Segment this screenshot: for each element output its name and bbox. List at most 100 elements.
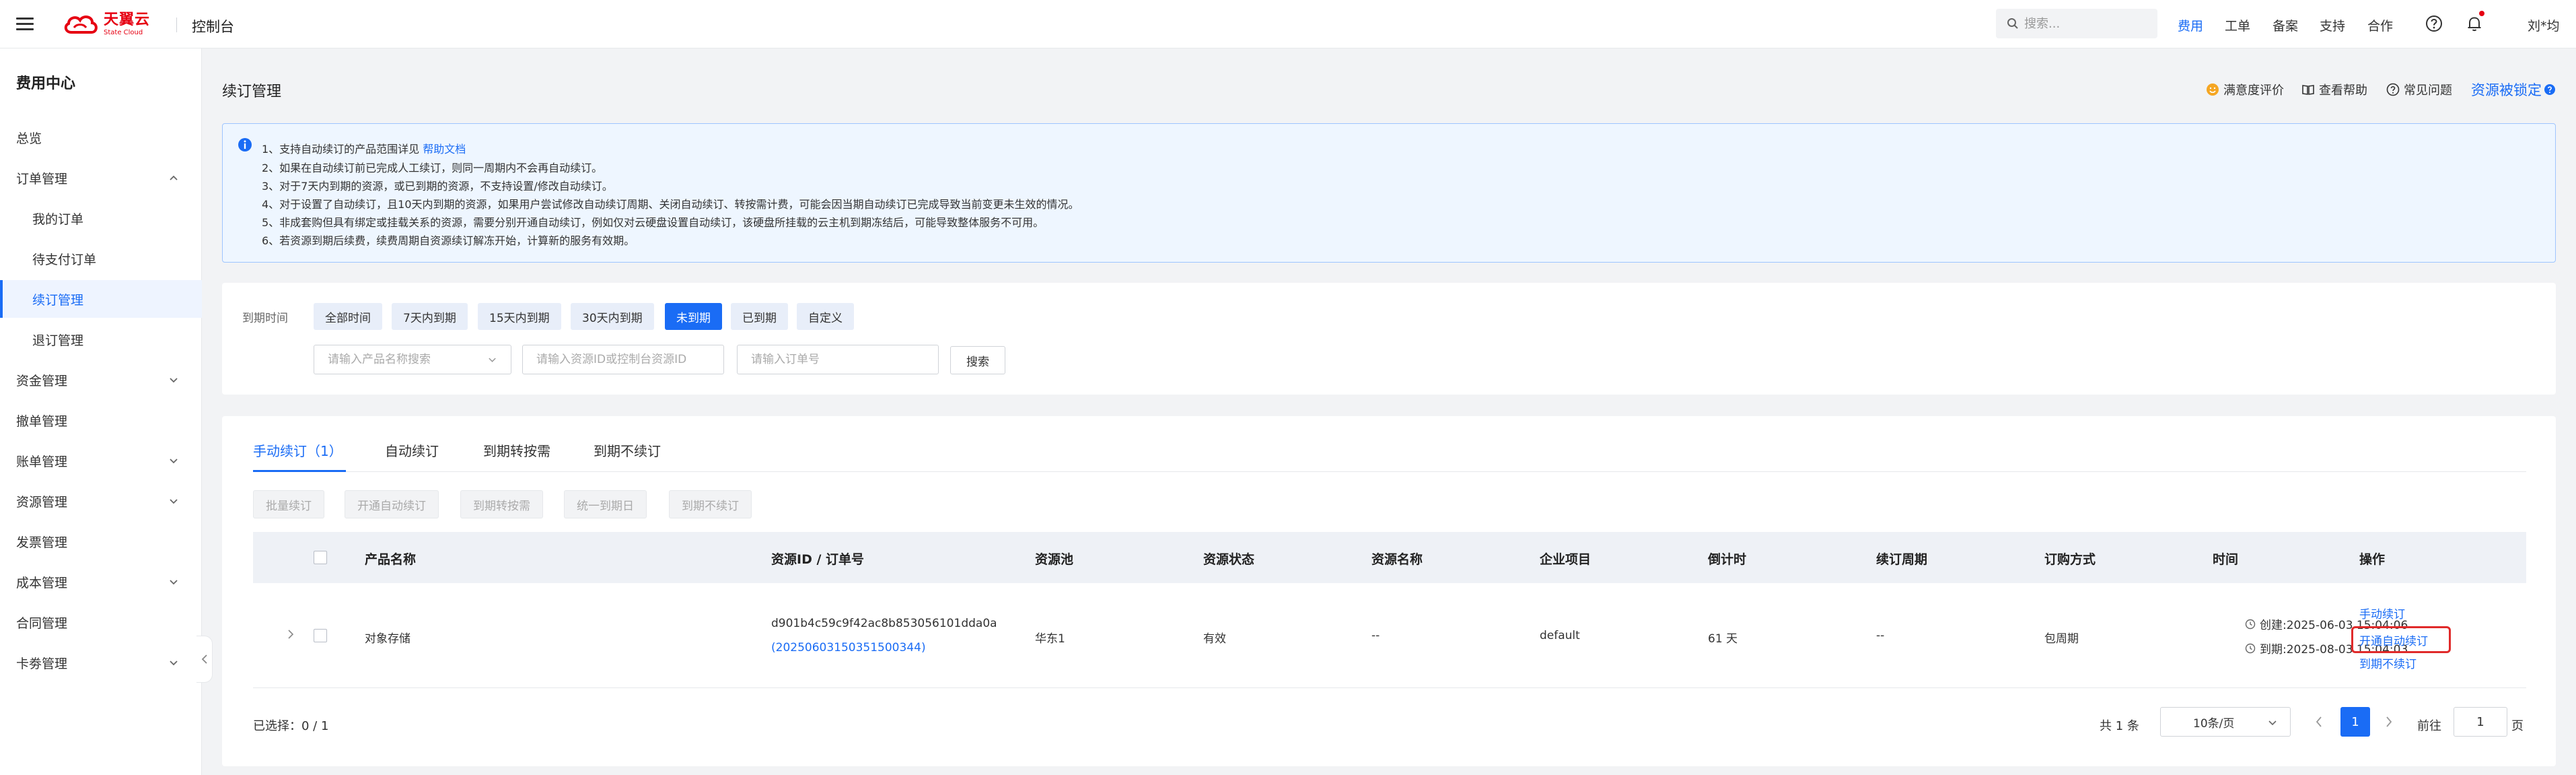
col-renewal-period: 续订周期: [1876, 552, 1928, 567]
help-doc-link[interactable]: 帮助文档: [423, 143, 466, 156]
sidebar-item-label: 成本管理: [16, 575, 68, 591]
faq-link[interactable]: 常见问题: [2386, 81, 2452, 98]
chevron-right-icon[interactable]: [287, 629, 295, 640]
sidebar-item-orders[interactable]: 订单管理: [0, 159, 202, 197]
sidebar-item-resources[interactable]: 资源管理: [0, 482, 202, 520]
sidebar-item-label: 待支付订单: [32, 252, 97, 267]
product-name-input[interactable]: [328, 353, 487, 366]
sidebar-item-label: 发票管理: [16, 535, 68, 550]
selected-count: 已选择：0 / 1: [253, 719, 329, 733]
nav-tickets[interactable]: 工单: [2225, 16, 2250, 34]
resource-id-input[interactable]: [536, 353, 710, 366]
faq-label: 常见问题: [2404, 83, 2452, 98]
question-icon: [2386, 83, 2400, 96]
page-number-current[interactable]: 1: [2340, 707, 2370, 737]
next-page-icon[interactable]: [2384, 712, 2394, 731]
sidebar-item-unsubscribe[interactable]: 退订管理: [0, 321, 202, 358]
notice-line-2: 2、如果在自动续订前已完成人工续订，则同一周期内不会再自动续订。: [262, 162, 603, 174]
filter-30-days[interactable]: 30天内到期: [571, 303, 654, 330]
user-name[interactable]: 刘*均: [2528, 16, 2560, 34]
enable-auto-renew-button[interactable]: 开通自动续订: [345, 490, 439, 518]
page-title: 续订管理: [222, 83, 282, 100]
global-search-input[interactable]: [2024, 16, 2152, 31]
goto-page-field[interactable]: [2454, 707, 2507, 737]
filter-15-days[interactable]: 15天内到期: [478, 303, 561, 330]
switch-on-demand-button[interactable]: 到期转按需: [460, 490, 543, 518]
col-time: 时间: [2213, 552, 2239, 567]
search-button[interactable]: 搜索: [950, 346, 1005, 374]
global-search[interactable]: [1996, 9, 2157, 38]
manual-renew-link[interactable]: 手动续订: [2359, 605, 2405, 621]
sidebar-item-pending-orders[interactable]: 待支付订单: [0, 240, 202, 277]
sidebar-item-invoices[interactable]: 发票管理: [0, 523, 202, 560]
sidebar-item-renewal[interactable]: 续订管理: [0, 280, 202, 318]
sidebar-item-label: 撤单管理: [16, 413, 68, 429]
nav-partner[interactable]: 合作: [2367, 16, 2393, 34]
sidebar-item-contracts[interactable]: 合同管理: [0, 603, 202, 641]
no-renew-link[interactable]: 到期不续订: [2359, 654, 2417, 671]
notice-text: 1、支持自动续订的产品范围详见: [262, 143, 423, 156]
console-title[interactable]: 控制台: [192, 16, 234, 36]
sidebar-item-overview[interactable]: 总览: [0, 119, 202, 156]
sidebar-item-label: 续订管理: [32, 292, 84, 308]
help-icon[interactable]: [2425, 15, 2443, 32]
page-size-select[interactable]: 10条/页: [2160, 707, 2291, 737]
enable-auto-renew-link[interactable]: 开通自动续订: [2359, 632, 2428, 648]
batch-renew-button[interactable]: 批量续订: [253, 490, 324, 518]
tab-no-renewal[interactable]: 到期不续订: [594, 440, 661, 460]
col-resource-id: 资源ID / 订单号: [771, 552, 865, 567]
col-enterprise-project: 企业项目: [1540, 552, 1591, 567]
cloud-logo-icon: [64, 15, 98, 34]
tab-manual-renewal[interactable]: 手动续订（1）: [253, 440, 343, 460]
no-renew-button[interactable]: 到期不续订: [669, 490, 752, 518]
filter-not-expired[interactable]: 未到期: [665, 303, 722, 330]
tab-auto-renewal[interactable]: 自动续订: [385, 440, 439, 460]
nav-fees[interactable]: 费用: [2178, 16, 2203, 34]
notice-line-1: 1、支持自动续订的产品范围详见 帮助文档: [262, 140, 466, 156]
notice-line-3: 3、对于7天内到期的资源，或已到期的资源，不支持设置/修改自动续订。: [262, 180, 613, 193]
goto-page-input[interactable]: [2454, 708, 2507, 736]
nav-filing[interactable]: 备案: [2273, 16, 2298, 34]
sidebar-item-funds[interactable]: 资金管理: [0, 361, 202, 399]
row-checkbox[interactable]: [314, 629, 327, 642]
bell-icon[interactable]: [2466, 15, 2483, 32]
order-number-input[interactable]: [751, 353, 925, 366]
notice-line-4: 4、对于设置了自动续订，且10天内到期的资源，如果用户尝试修改自动续订周期、关闭…: [262, 198, 1079, 211]
sidebar-item-my-orders[interactable]: 我的订单: [0, 199, 202, 237]
cell-resource-status: 有效: [1203, 632, 1226, 646]
select-all-checkbox[interactable]: [314, 551, 327, 564]
total-count: 共 1 条: [2100, 719, 2139, 733]
filter-expired[interactable]: 已到期: [731, 303, 788, 330]
logo[interactable]: 天翼云 State Cloud: [62, 9, 150, 39]
order-number-field[interactable]: [737, 345, 939, 374]
prev-page-icon[interactable]: [2314, 712, 2324, 731]
cell-order-number-link[interactable]: (20250603150351500344): [771, 641, 926, 654]
resource-id-field[interactable]: [522, 345, 724, 374]
search-icon: [2007, 18, 2018, 29]
help-docs-link[interactable]: 查看帮助: [2301, 81, 2367, 98]
clock-icon: [2245, 643, 2256, 653]
filter-custom[interactable]: 自定义: [797, 303, 854, 330]
satisfaction-link[interactable]: 满意度评价: [2206, 81, 2284, 98]
page-size-value: 10条/页: [2193, 716, 2235, 731]
sidebar-item-vouchers[interactable]: 卡劵管理: [0, 644, 202, 681]
sidebar-item-cancellation[interactable]: 撤单管理: [0, 401, 202, 439]
nav-support[interactable]: 支持: [2320, 16, 2345, 34]
sidebar-item-bills[interactable]: 账单管理: [0, 442, 202, 479]
menu-icon[interactable]: [16, 15, 35, 34]
col-product-name: 产品名称: [365, 552, 417, 567]
product-name-select[interactable]: [314, 345, 511, 374]
sidebar-item-label: 订单管理: [16, 171, 68, 187]
tab-switch-on-demand[interactable]: 到期转按需: [483, 440, 550, 460]
logo-en-text: State Cloud: [104, 28, 143, 36]
active-tab-indicator: [253, 470, 346, 472]
satisfaction-label: 满意度评价: [2223, 83, 2284, 98]
resource-locked-link[interactable]: 资源被锁定: [2471, 79, 2556, 100]
chevron-down-icon: [489, 358, 496, 362]
unify-expiry-button[interactable]: 统一到期日: [564, 490, 647, 518]
sidebar-collapse-button[interactable]: [196, 636, 213, 683]
sidebar-item-costs[interactable]: 成本管理: [0, 563, 202, 601]
filter-7-days[interactable]: 7天内到期: [392, 303, 468, 330]
filter-all-time[interactable]: 全部时间: [314, 303, 382, 330]
goto-suffix: 页: [2511, 719, 2524, 733]
